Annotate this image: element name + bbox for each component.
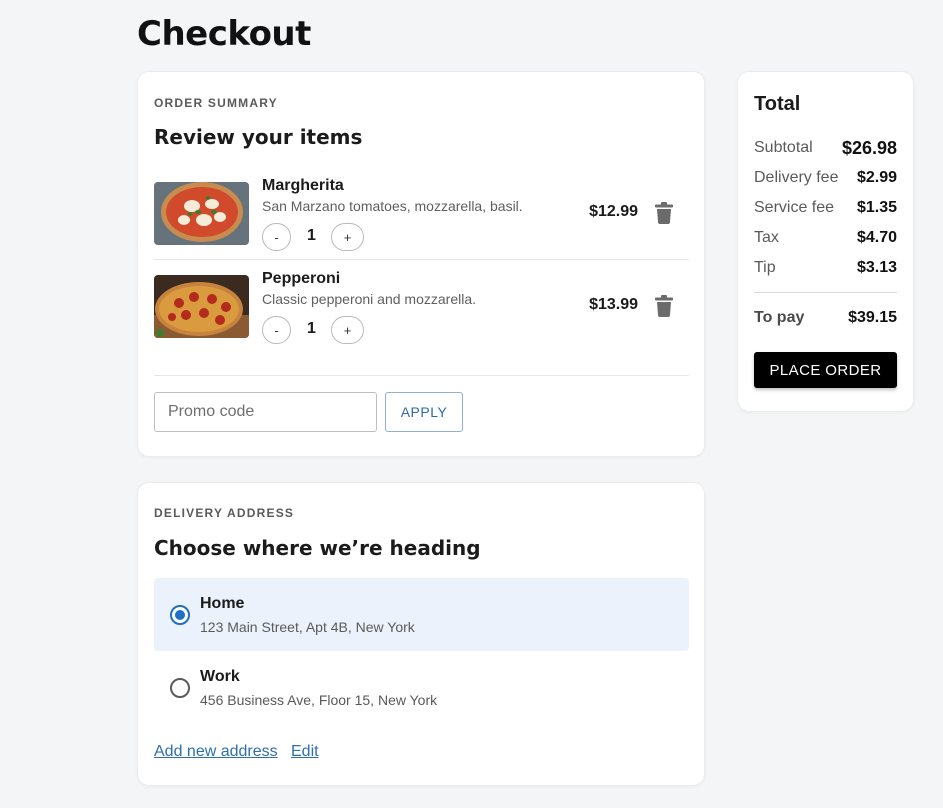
place-order-button[interactable]: PLACE ORDER (754, 352, 897, 388)
delivery-address-card: DELIVERY ADDRESS Choose where we’re head… (137, 482, 705, 786)
decrease-quantity-button[interactable]: - (262, 316, 291, 344)
item-name: Margherita (262, 177, 344, 194)
subtotal-row: Subtotal $26.98 (754, 138, 897, 159)
order-summary-eyebrow: ORDER SUMMARY (154, 96, 278, 110)
quantity-stepper: - 1 + (262, 316, 366, 344)
review-items-heading: Review your items (154, 125, 363, 149)
address-option-work[interactable]: Work 456 Business Ave, Floor 15, New Yor… (154, 651, 689, 724)
total-card: Total Subtotal $26.98 Delivery fee $2.99… (737, 71, 914, 412)
delivery-address-eyebrow: DELIVERY ADDRESS (154, 506, 295, 520)
item-price: $13.99 (589, 296, 638, 313)
address-line: 123 Main Street, Apt 4B, New York (200, 619, 415, 635)
promo-code-input[interactable] (154, 392, 377, 432)
total-title: Total (754, 93, 801, 115)
row-value: $26.98 (841, 138, 897, 158)
delivery-fee-row: Delivery fee $2.99 (754, 169, 897, 189)
row-value: $4.70 (856, 229, 897, 246)
service-fee-row: Service fee $1.35 (754, 199, 897, 219)
promo-divider (154, 375, 689, 376)
pepperoni-pizza-image (154, 275, 249, 338)
to-pay-label: To pay (754, 309, 805, 326)
cart-item-margherita: Margherita San Marzano tomatoes, mozzare… (154, 177, 689, 274)
address-option-home[interactable]: Home 123 Main Street, Apt 4B, New York (154, 578, 689, 651)
add-new-address-link[interactable]: Add new address (154, 743, 278, 761)
apply-promo-button[interactable]: APPLY (385, 392, 463, 432)
address-line: 456 Business Ave, Floor 15, New York (200, 692, 438, 708)
cart-item-pepperoni: Pepperoni Classic pepperoni and mozzarel… (154, 270, 689, 367)
increase-quantity-button[interactable]: + (331, 223, 364, 251)
quantity-value: 1 (307, 227, 316, 244)
row-label: Service fee (754, 199, 835, 216)
item-description: San Marzano tomatoes, mozzarella, basil. (262, 198, 523, 214)
radio-unselected-icon[interactable] (170, 678, 190, 698)
row-value: $2.99 (856, 169, 897, 186)
tip-row: Tip $3.13 (754, 259, 897, 279)
item-divider (154, 259, 689, 260)
total-divider (754, 292, 897, 293)
trash-icon[interactable] (655, 295, 673, 317)
row-label: Tax (754, 229, 779, 246)
row-label: Subtotal (754, 139, 813, 156)
address-name: Home (200, 595, 245, 612)
edit-address-link[interactable]: Edit (291, 743, 319, 761)
row-value: $3.13 (856, 259, 897, 276)
item-description: Classic pepperoni and mozzarella. (262, 291, 476, 307)
order-summary-card: ORDER SUMMARY Review your items Margheri… (137, 71, 705, 457)
trash-icon[interactable] (655, 202, 673, 224)
row-label: Delivery fee (754, 169, 839, 186)
row-label: Tip (754, 259, 776, 276)
address-name: Work (200, 668, 240, 685)
page-title: Checkout (137, 14, 311, 54)
radio-selected-icon[interactable] (170, 605, 190, 625)
tax-row: Tax $4.70 (754, 229, 897, 249)
quantity-stepper: - 1 + (262, 223, 366, 251)
increase-quantity-button[interactable]: + (331, 316, 364, 344)
quantity-value: 1 (307, 320, 316, 337)
item-price: $12.99 (589, 203, 638, 220)
decrease-quantity-button[interactable]: - (262, 223, 291, 251)
item-name: Pepperoni (262, 270, 341, 287)
row-value: $1.35 (856, 199, 897, 216)
margherita-pizza-image (154, 182, 249, 245)
to-pay-value: $39.15 (848, 309, 897, 326)
choose-address-heading: Choose where we’re heading (154, 536, 481, 560)
